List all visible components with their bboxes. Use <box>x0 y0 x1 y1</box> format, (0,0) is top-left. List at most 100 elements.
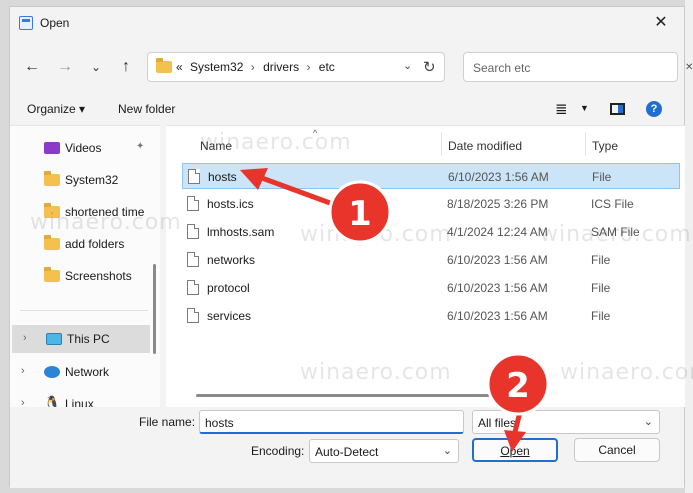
encoding-select[interactable]: Auto-Detect ⌄ <box>309 439 459 463</box>
breadcrumb-overflow[interactable]: « <box>176 60 183 74</box>
column-divider[interactable] <box>585 132 586 156</box>
file-name: networks <box>207 253 256 267</box>
search-input[interactable]: Search etc <box>473 61 530 75</box>
file-date: 4/1/2024 12:24 AM <box>447 225 548 239</box>
sidebar-item-shortened-time[interactable]: shortened time <box>10 198 150 226</box>
command-bar: Organize ▾ New folder ≣ ▼ ? <box>10 95 684 123</box>
file-type: ICS File <box>591 197 634 211</box>
sidebar-item-linux[interactable]: › 🐧 Linux <box>10 390 150 407</box>
network-icon <box>44 366 60 378</box>
divider <box>20 310 148 311</box>
linux-icon: 🐧 <box>44 395 61 407</box>
sidebar-item-this-pc[interactable]: › This PC <box>12 325 150 353</box>
file-type-value: All files <box>478 416 517 430</box>
column-header-type[interactable]: Type <box>592 139 618 153</box>
open-dialog: Open ✕ ← → ⌄ ↑ « System32 › drivers › et… <box>9 6 686 488</box>
file-list: ^ Name Date modified Type hosts 6/10/202… <box>166 125 686 407</box>
sidebar-scrollbar[interactable] <box>153 264 156 354</box>
chevron-right-icon[interactable]: › <box>251 60 255 74</box>
sidebar-item-label: add folders <box>65 237 125 251</box>
sidebar-item-label: Screenshots <box>65 269 132 283</box>
file-icon <box>187 308 199 323</box>
file-row-networks[interactable]: networks 6/10/2023 1:56 AM File <box>182 247 680 273</box>
file-date: 6/10/2023 1:56 AM <box>447 253 548 267</box>
file-name-input[interactable]: hosts <box>199 410 464 434</box>
breadcrumb-drivers[interactable]: drivers <box>263 60 299 74</box>
sidebar-item-network[interactable]: › Network <box>10 358 150 386</box>
sidebar-item-label: Network <box>65 365 110 379</box>
chevron-down-icon[interactable]: ⌄ <box>443 444 452 457</box>
encoding-value: Auto-Detect <box>315 445 379 459</box>
search-box[interactable]: Search etc <box>463 52 678 82</box>
file-row-services[interactable]: services 6/10/2023 1:56 AM File <box>182 303 680 329</box>
pin-icon: ✦ <box>136 141 145 152</box>
notepad-icon <box>19 16 33 30</box>
breadcrumb-system32[interactable]: System32 <box>190 60 243 74</box>
file-icon <box>187 196 199 211</box>
organize-button[interactable]: Organize ▾ <box>27 102 85 116</box>
file-row-hosts[interactable]: hosts 6/10/2023 1:56 AM File <box>182 163 680 189</box>
address-bar[interactable]: « System32 › drivers › etc ⌄ ↻ <box>147 52 445 82</box>
column-header-date[interactable]: Date modified <box>448 139 522 153</box>
sidebar-item-add-folders[interactable]: add folders <box>10 230 150 258</box>
file-type: File <box>592 170 612 184</box>
navigation-pane: Videos ✦ System32 shortened time add fol… <box>10 125 160 407</box>
chevron-down-icon[interactable]: ⌄ <box>403 59 412 72</box>
file-date: 6/10/2023 1:56 AM <box>447 281 548 295</box>
file-type-select[interactable]: All files ⌄ <box>472 410 660 434</box>
file-date: 8/18/2025 3:26 PM <box>447 197 549 211</box>
column-header-name[interactable]: Name <box>200 139 232 153</box>
sidebar-item-label: Videos <box>65 141 102 155</box>
chevron-right-icon[interactable]: › <box>306 60 310 74</box>
folder-icon <box>44 171 60 186</box>
sidebar-item-label: This PC <box>67 332 110 346</box>
file-name-label: File name: <box>139 415 196 429</box>
breadcrumb-etc[interactable]: etc <box>319 60 335 74</box>
encoding-label: Encoding: <box>251 444 305 458</box>
sidebar-item-screenshots[interactable]: Screenshots <box>10 262 150 290</box>
open-button[interactable]: Open <box>472 438 558 462</box>
file-row-lmhosts-sam[interactable]: lmhosts.sam 4/1/2024 12:24 AM SAM File <box>182 219 680 245</box>
recent-locations-button[interactable]: ⌄ <box>84 55 108 79</box>
close-button[interactable]: ✕ <box>638 7 684 39</box>
file-name-value: hosts <box>205 416 234 430</box>
sidebar-item-label: shortened time <box>65 205 145 219</box>
file-icon <box>188 169 200 184</box>
chevron-right-icon[interactable]: › <box>21 365 25 377</box>
folder-icon <box>44 267 60 282</box>
file-date: 6/10/2023 1:56 AM <box>448 170 549 184</box>
close-icon: ✕ <box>685 62 693 73</box>
sidebar-item-system32[interactable]: System32 <box>10 166 150 194</box>
file-row-protocol[interactable]: protocol 6/10/2023 1:56 AM File <box>182 275 680 301</box>
file-row-hosts-ics[interactable]: hosts.ics 8/18/2025 3:26 PM ICS File <box>182 191 680 217</box>
back-button[interactable]: ← <box>20 55 44 79</box>
file-name: protocol <box>207 281 250 295</box>
sidebar-item-label: System32 <box>65 173 119 187</box>
file-icon <box>187 280 199 295</box>
file-type: File <box>591 281 611 295</box>
file-icon <box>187 252 199 267</box>
new-folder-button[interactable]: New folder <box>118 102 175 116</box>
sidebar-item-videos[interactable]: Videos ✦ <box>10 134 150 162</box>
refresh-icon[interactable]: ↻ <box>423 58 436 76</box>
chevron-right-icon[interactable]: › <box>23 332 27 344</box>
file-type: File <box>591 253 611 267</box>
file-name: hosts <box>208 170 237 184</box>
cancel-button[interactable]: Cancel <box>574 438 660 462</box>
chevron-down-icon[interactable]: ⌄ <box>644 415 653 428</box>
view-dropdown-icon[interactable]: ▼ <box>580 103 589 113</box>
background-window-edge: ✕ <box>685 0 693 493</box>
preview-pane-icon[interactable] <box>610 103 625 115</box>
help-icon[interactable]: ? <box>646 101 662 117</box>
sort-ascending-icon: ^ <box>313 128 318 138</box>
chevron-right-icon[interactable]: › <box>21 397 25 407</box>
video-icon <box>44 142 60 154</box>
column-divider[interactable] <box>441 132 442 156</box>
up-button[interactable]: ↑ <box>114 55 138 79</box>
folder-icon <box>156 58 172 73</box>
file-name: hosts.ics <box>207 197 254 211</box>
view-list-icon[interactable]: ≣ <box>555 100 568 118</box>
horizontal-scrollbar[interactable] <box>196 394 496 397</box>
folder-icon <box>44 235 60 250</box>
forward-button[interactable]: → <box>53 55 77 79</box>
